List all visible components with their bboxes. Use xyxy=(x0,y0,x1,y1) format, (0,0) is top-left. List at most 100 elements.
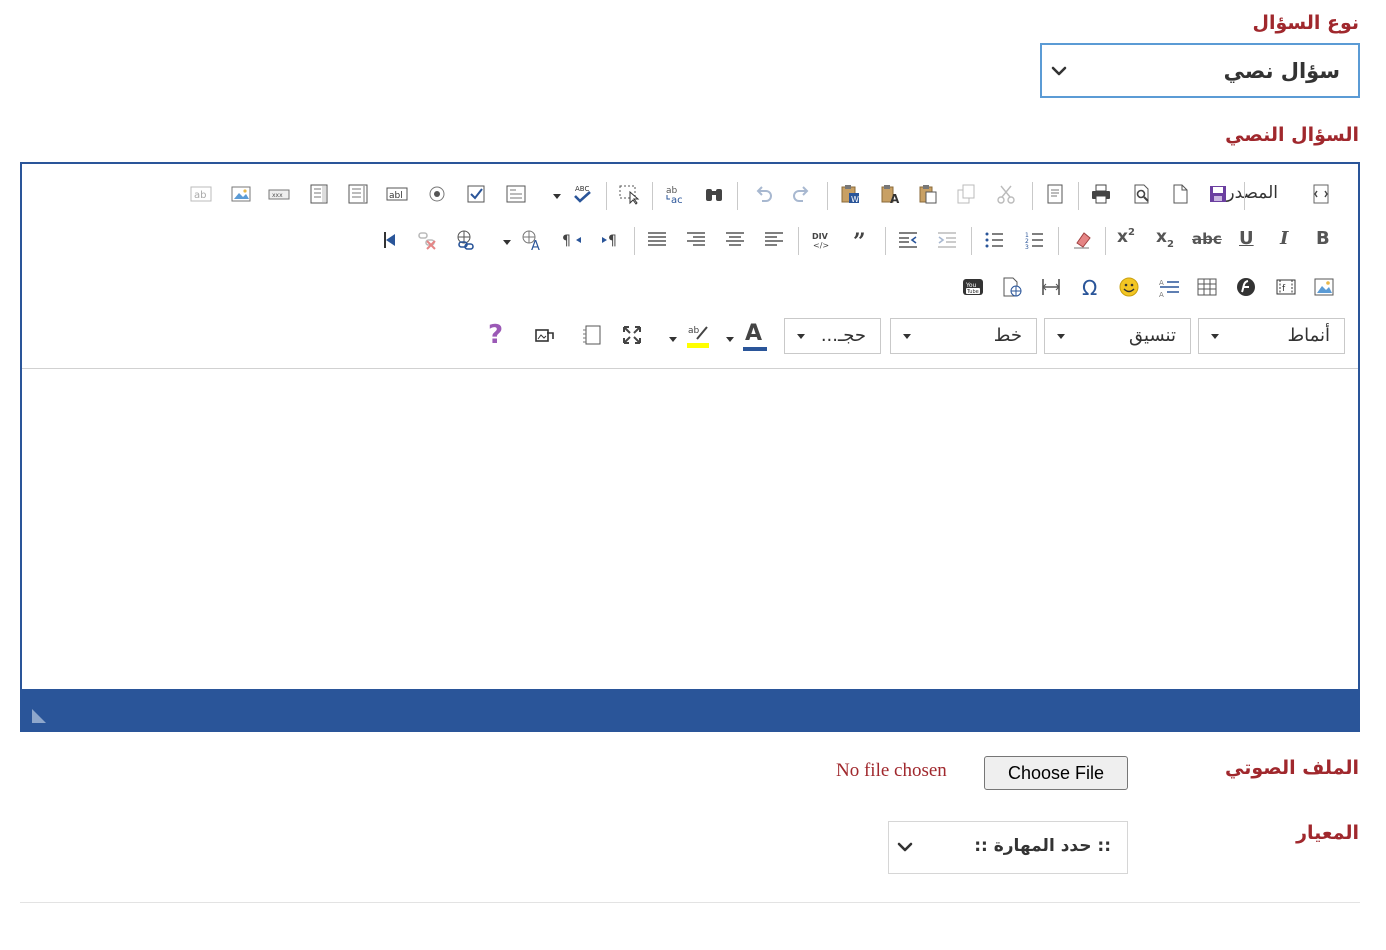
flash-icon[interactable]: f xyxy=(1273,274,1299,300)
svg-text:A: A xyxy=(1159,291,1164,298)
paste-icon[interactable] xyxy=(915,181,941,207)
new-page-icon[interactable] xyxy=(1167,181,1193,207)
source-label[interactable]: المصدر xyxy=(1226,183,1278,203)
iframe-icon[interactable] xyxy=(1038,274,1064,300)
cut-icon[interactable] xyxy=(993,181,1019,207)
preview-icon[interactable] xyxy=(1129,181,1155,207)
spellcheck-dropdown-arrow[interactable] xyxy=(553,194,561,199)
doc-link-icon[interactable] xyxy=(999,274,1025,300)
font-combo-arrow xyxy=(903,334,911,339)
format-combo[interactable]: تنسيق xyxy=(1044,318,1191,354)
skill-select-placeholder: :: حدد المهارة :: xyxy=(974,836,1111,856)
spellcheck-icon[interactable]: ABC xyxy=(569,181,595,207)
choose-file-button[interactable]: Choose File xyxy=(984,756,1128,790)
anchor-icon[interactable] xyxy=(375,227,401,253)
select-field-icon[interactable] xyxy=(306,181,332,207)
svg-text:You: You xyxy=(965,282,977,289)
outdent-icon[interactable] xyxy=(934,227,960,253)
numbered-list-icon[interactable]: 123 xyxy=(1021,227,1047,253)
svg-text:ABC: ABC xyxy=(575,185,589,193)
styles-combo-arrow xyxy=(1211,334,1219,339)
italic-button[interactable]: I xyxy=(1280,228,1288,249)
select-all-icon[interactable] xyxy=(616,181,642,207)
size-combo-label: حجـ... xyxy=(820,325,866,346)
help-icon[interactable]: ? xyxy=(488,320,503,350)
font-color-icon[interactable]: A xyxy=(742,321,768,351)
svg-text:ab: ab xyxy=(194,190,206,201)
table-icon[interactable] xyxy=(1233,274,1259,300)
superscript-label: x xyxy=(1117,227,1128,247)
align-center-icon[interactable] xyxy=(722,227,748,253)
print-icon[interactable] xyxy=(1088,181,1114,207)
subscript-button[interactable]: x2 xyxy=(1156,227,1174,250)
show-blocks-icon[interactable] xyxy=(579,322,605,348)
section-divider xyxy=(20,902,1360,903)
find-icon[interactable] xyxy=(701,181,727,207)
radio-icon[interactable] xyxy=(424,181,450,207)
skill-select[interactable]: :: حدد المهارة :: xyxy=(888,821,1128,874)
size-combo[interactable]: حجـ... xyxy=(784,318,881,354)
blockquote-icon[interactable]: ” xyxy=(848,227,874,253)
textfield-icon[interactable]: abl xyxy=(384,181,410,207)
svg-text:ab: ab xyxy=(688,326,700,336)
underline-button[interactable]: U xyxy=(1239,228,1254,249)
replace-icon[interactable]: ab ac xyxy=(662,181,688,207)
undo-icon[interactable] xyxy=(750,181,776,207)
smiley-icon[interactable]: AA xyxy=(1156,274,1182,300)
bold-button[interactable]: B xyxy=(1316,228,1330,249)
superscript-button[interactable]: x2 xyxy=(1117,227,1135,247)
font-combo[interactable]: خط xyxy=(890,318,1037,354)
paste-word-icon[interactable]: W xyxy=(837,181,863,207)
indent-icon[interactable] xyxy=(895,227,921,253)
background-color-dropdown-arrow[interactable] xyxy=(669,337,677,342)
div-label: DIV xyxy=(812,232,829,241)
form-icon[interactable] xyxy=(503,181,529,207)
special-char-icon[interactable] xyxy=(1116,274,1142,300)
bulleted-list-icon[interactable] xyxy=(981,227,1007,253)
checkbox-icon[interactable] xyxy=(463,181,489,207)
svg-text:¶: ¶ xyxy=(562,233,571,249)
redo-icon[interactable] xyxy=(789,181,815,207)
justify-icon[interactable] xyxy=(644,227,670,253)
unlink-icon[interactable] xyxy=(414,227,440,253)
editor-toolbar: المصدر A W ab ac ABC abl xxx ab B I U ab… xyxy=(22,164,1358,369)
save-icon[interactable] xyxy=(1205,181,1231,207)
resize-handle-icon[interactable] xyxy=(30,707,48,725)
language-dropdown-arrow[interactable] xyxy=(503,240,511,245)
question-type-select[interactable]: سؤال نصي xyxy=(1040,43,1360,98)
svg-text:”: ” xyxy=(853,229,866,251)
language-icon[interactable]: A xyxy=(519,227,545,253)
strike-button[interactable]: abc xyxy=(1192,230,1222,248)
copy-icon[interactable] xyxy=(953,181,979,207)
font-color-dropdown-arrow[interactable] xyxy=(726,337,734,342)
font-combo-label: خط xyxy=(993,325,1022,346)
remove-format-icon[interactable] xyxy=(1069,227,1095,253)
align-right-icon[interactable] xyxy=(683,227,709,253)
youtube-icon[interactable]: You Tube xyxy=(960,274,986,300)
chevron-down-icon xyxy=(1051,66,1067,76)
link-icon[interactable] xyxy=(452,227,478,253)
styles-combo-label: أنماط xyxy=(1287,325,1330,346)
background-color-icon[interactable]: ab xyxy=(685,321,711,351)
image-icon[interactable] xyxy=(1311,274,1337,300)
format-combo-label: تنسيق xyxy=(1129,325,1176,346)
align-left-icon[interactable] xyxy=(761,227,787,253)
source-icon[interactable] xyxy=(1309,181,1335,207)
textarea-icon[interactable] xyxy=(345,181,371,207)
create-div-icon[interactable]: DIV </> xyxy=(808,227,834,253)
styles-combo[interactable]: أنماط xyxy=(1198,318,1345,354)
image-button-icon[interactable] xyxy=(228,181,254,207)
svg-text:abl: abl xyxy=(389,191,403,201)
templates-icon[interactable] xyxy=(1042,181,1068,207)
ltr-icon[interactable]: ¶ xyxy=(598,227,624,253)
page-break-icon[interactable]: Ω xyxy=(1078,274,1104,300)
svg-text:W: W xyxy=(851,195,859,204)
about-icon[interactable] xyxy=(531,322,557,348)
paste-text-icon[interactable]: A xyxy=(877,181,903,207)
button-field-icon[interactable]: xxx xyxy=(266,181,292,207)
hidden-field-icon[interactable]: ab xyxy=(188,181,214,207)
rtl-icon[interactable]: ¶ xyxy=(559,227,585,253)
maximize-icon[interactable] xyxy=(619,322,645,348)
editor-content-area[interactable] xyxy=(22,369,1358,689)
horizontal-rule-icon[interactable] xyxy=(1194,274,1220,300)
